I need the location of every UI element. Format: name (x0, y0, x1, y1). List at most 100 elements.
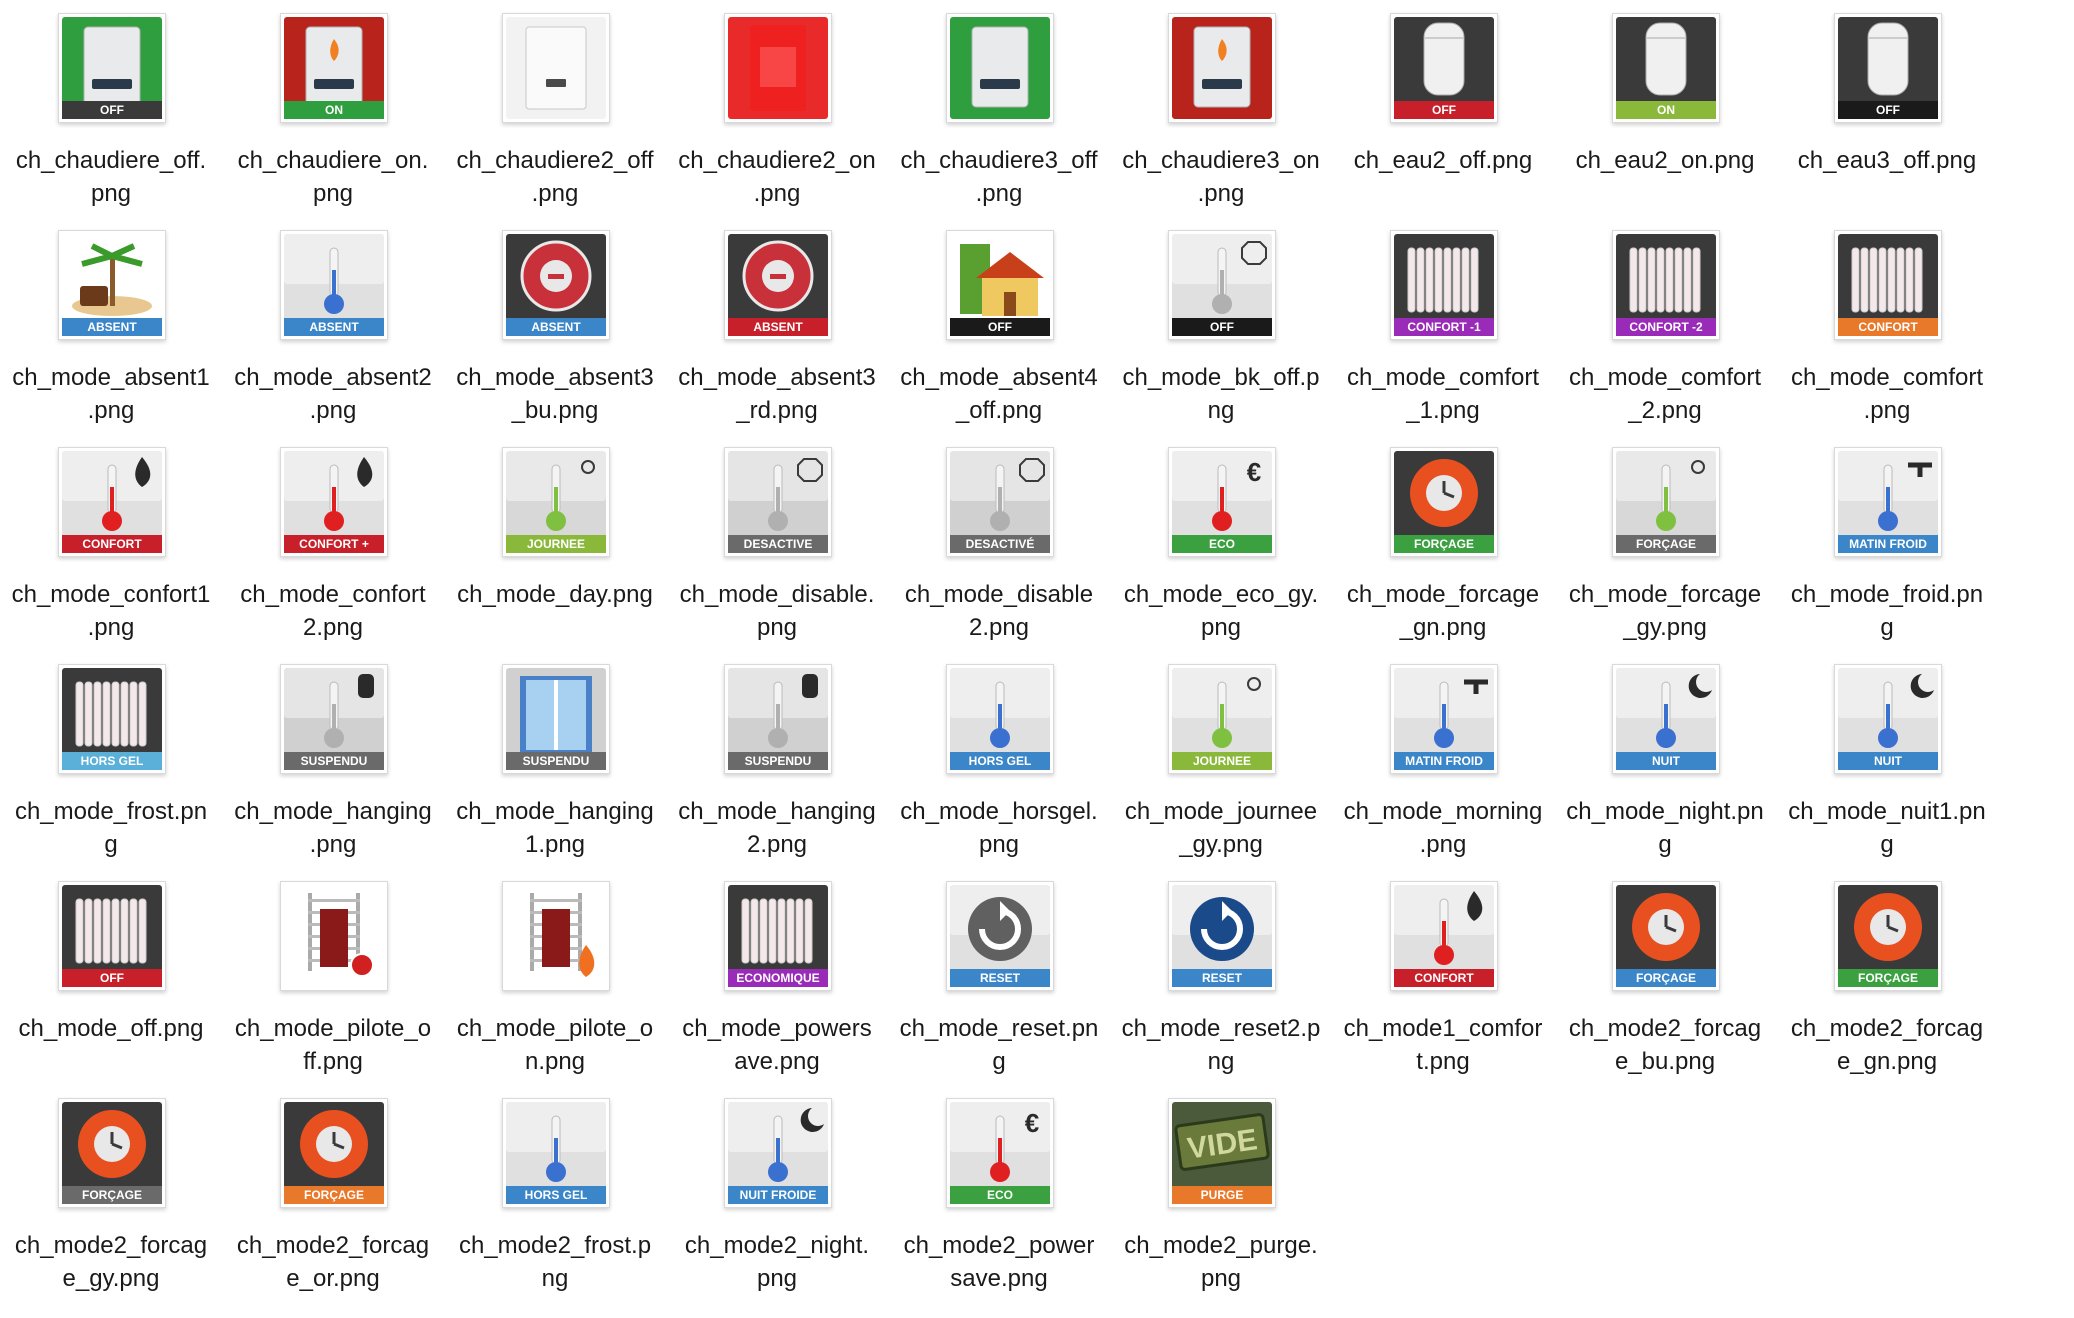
file-thumbnail[interactable]: CONFORT -1 (1390, 230, 1498, 340)
file-thumbnail[interactable]: NUIT FROIDE (724, 1098, 832, 1208)
file-item[interactable]: CONFORT ch_mode_confort1 .png (0, 434, 222, 651)
file-thumbnail[interactable]: SUSPENDU (724, 664, 832, 774)
file-item[interactable]: CONFORT -2 ch_mode_comfort _2.png (1554, 217, 1776, 434)
file-item[interactable]: ECONOMIQUE ch_mode_powers ave.png (666, 868, 888, 1085)
file-thumbnail[interactable]: ECONOMIQUE (724, 881, 832, 991)
file-thumbnail[interactable]: FORÇAGE (1612, 447, 1720, 557)
file-item[interactable]: ON ch_chaudiere_on. png (222, 0, 444, 217)
file-item[interactable]: ch_chaudiere2_off .png (444, 0, 666, 217)
file-item[interactable]: FORÇAGE ch_mode2_forcag e_or.png (222, 1085, 444, 1302)
file-thumbnail[interactable]: CONFORT + (280, 447, 388, 557)
file-thumbnail[interactable]: FORÇAGE (1834, 881, 1942, 991)
file-item[interactable]: SUSPENDU ch_mode_hanging .png (222, 651, 444, 868)
file-thumbnail[interactable]: FORÇAGE (1390, 447, 1498, 557)
file-thumbnail[interactable]: € ECO (1168, 447, 1276, 557)
file-item[interactable]: NUIT FROIDE ch_mode2_night. png (666, 1085, 888, 1302)
file-item[interactable]: FORÇAGE ch_mode_forcage _gy.png (1554, 434, 1776, 651)
file-thumbnail[interactable]: ABSENT (724, 230, 832, 340)
file-thumbnail[interactable]: CONFORT (1834, 230, 1942, 340)
file-thumbnail[interactable]: SUSPENDU (502, 664, 610, 774)
file-thumbnail[interactable]: CONFORT (58, 447, 166, 557)
file-thumbnail[interactable]: € ECO (946, 1098, 1054, 1208)
file-item[interactable]: CONFORT -1 ch_mode_comfort _1.png (1332, 217, 1554, 434)
file-thumbnail[interactable]: RESET (946, 881, 1054, 991)
file-item[interactable]: JOURNEE ch_mode_journee _gy.png (1110, 651, 1332, 868)
file-item[interactable]: CONFORT ch_mode1_comfor t.png (1332, 868, 1554, 1085)
file-item[interactable]: ON ch_eau2_on.png (1554, 0, 1776, 217)
file-item[interactable]: JOURNEE ch_mode_day.png (444, 434, 666, 651)
file-item[interactable]: RESET ch_mode_reset.pn g (888, 868, 1110, 1085)
file-thumbnail[interactable]: ABSENT (58, 230, 166, 340)
file-thumbnail[interactable]: MATIN FROID (1390, 664, 1498, 774)
file-item[interactable]: ABSENT ch_mode_absent3 _bu.png (444, 217, 666, 434)
file-thumbnail[interactable]: ABSENT (502, 230, 610, 340)
file-item[interactable]: MATIN FROID ch_mode_froid.pn g (1776, 434, 1998, 651)
file-thumbnail[interactable]: FORÇAGE (58, 1098, 166, 1208)
file-thumbnail[interactable] (280, 881, 388, 991)
file-item[interactable]: FORÇAGE ch_mode2_forcag e_gy.png (0, 1085, 222, 1302)
file-thumbnail[interactable]: MATIN FROID (1834, 447, 1942, 557)
file-item[interactable]: VIDE PURGE ch_mode2_purge. png (1110, 1085, 1332, 1302)
file-item[interactable]: ABSENT ch_mode_absent2 .png (222, 217, 444, 434)
file-thumbnail[interactable]: HORS GEL (946, 664, 1054, 774)
file-item[interactable]: CONFORT ch_mode_comfort .png (1776, 217, 1998, 434)
file-item[interactable]: SUSPENDU ch_mode_hanging 2.png (666, 651, 888, 868)
file-item[interactable]: ch_chaudiere2_on .png (666, 0, 888, 217)
file-thumbnail[interactable] (502, 13, 610, 123)
file-item[interactable]: OFF ch_mode_off.png (0, 868, 222, 1085)
file-thumbnail[interactable]: CONFORT -2 (1612, 230, 1720, 340)
file-thumbnail[interactable]: FORÇAGE (1612, 881, 1720, 991)
file-item[interactable]: OFF ch_mode_absent4 _off.png (888, 217, 1110, 434)
file-thumbnail[interactable]: ON (1612, 13, 1720, 123)
file-item[interactable]: HORS GEL ch_mode_horsgel. png (888, 651, 1110, 868)
file-thumbnail[interactable]: HORS GEL (58, 664, 166, 774)
file-item[interactable]: FORÇAGE ch_mode_forcage _gn.png (1332, 434, 1554, 651)
file-thumbnail[interactable]: VIDE PURGE (1168, 1098, 1276, 1208)
file-thumbnail[interactable]: DESACTIVE (724, 447, 832, 557)
file-item[interactable]: OFF ch_eau2_off.png (1332, 0, 1554, 217)
file-thumbnail[interactable] (502, 881, 610, 991)
file-thumbnail[interactable]: OFF (58, 13, 166, 123)
file-item[interactable]: OFF ch_mode_bk_off.p ng (1110, 217, 1332, 434)
file-item[interactable]: NUIT ch_mode_night.pn g (1554, 651, 1776, 868)
file-thumbnail[interactable]: OFF (946, 230, 1054, 340)
file-item[interactable]: ch_chaudiere3_on .png (1110, 0, 1332, 217)
file-item[interactable]: ABSENT ch_mode_absent3 _rd.png (666, 217, 888, 434)
file-item[interactable]: FORÇAGE ch_mode2_forcag e_gn.png (1776, 868, 1998, 1085)
file-item[interactable]: FORÇAGE ch_mode2_forcag e_bu.png (1554, 868, 1776, 1085)
file-item[interactable]: ABSENT ch_mode_absent1 .png (0, 217, 222, 434)
file-thumbnail[interactable] (946, 13, 1054, 123)
file-thumbnail[interactable] (724, 13, 832, 123)
file-thumbnail[interactable]: JOURNEE (502, 447, 610, 557)
file-thumbnail[interactable]: NUIT (1612, 664, 1720, 774)
file-item[interactable]: DESACTIVE ch_mode_disable. png (666, 434, 888, 651)
file-thumbnail[interactable]: OFF (1168, 230, 1276, 340)
file-item[interactable]: OFF ch_eau3_off.png (1776, 0, 1998, 217)
file-item[interactable]: RESET ch_mode_reset2.p ng (1110, 868, 1332, 1085)
file-item[interactable]: OFF ch_chaudiere_off. png (0, 0, 222, 217)
file-thumbnail[interactable]: OFF (1390, 13, 1498, 123)
file-item[interactable]: SUSPENDU ch_mode_hanging 1.png (444, 651, 666, 868)
file-item[interactable]: HORS GEL ch_mode_frost.pn g (0, 651, 222, 868)
file-thumbnail[interactable]: RESET (1168, 881, 1276, 991)
file-thumbnail[interactable]: ABSENT (280, 230, 388, 340)
file-thumbnail[interactable]: OFF (1834, 13, 1942, 123)
file-item[interactable]: CONFORT + ch_mode_confort 2.png (222, 434, 444, 651)
file-thumbnail[interactable] (1168, 13, 1276, 123)
file-thumbnail[interactable]: NUIT (1834, 664, 1942, 774)
file-item[interactable]: € ECO ch_mode2_power save.png (888, 1085, 1110, 1302)
file-item[interactable]: ch_mode_pilote_o n.png (444, 868, 666, 1085)
file-thumbnail[interactable]: JOURNEE (1168, 664, 1276, 774)
file-thumbnail[interactable]: CONFORT (1390, 881, 1498, 991)
file-item[interactable]: HORS GEL ch_mode2_frost.p ng (444, 1085, 666, 1302)
file-thumbnail[interactable]: SUSPENDU (280, 664, 388, 774)
file-item[interactable]: ch_chaudiere3_off .png (888, 0, 1110, 217)
file-item[interactable]: € ECO ch_mode_eco_gy. png (1110, 434, 1332, 651)
file-thumbnail[interactable]: OFF (58, 881, 166, 991)
file-item[interactable]: DESACTIVÉ ch_mode_disable 2.png (888, 434, 1110, 651)
file-thumbnail[interactable]: HORS GEL (502, 1098, 610, 1208)
file-thumbnail[interactable]: FORÇAGE (280, 1098, 388, 1208)
file-thumbnail[interactable]: ON (280, 13, 388, 123)
file-item[interactable]: MATIN FROID ch_mode_morning .png (1332, 651, 1554, 868)
file-thumbnail[interactable]: DESACTIVÉ (946, 447, 1054, 557)
